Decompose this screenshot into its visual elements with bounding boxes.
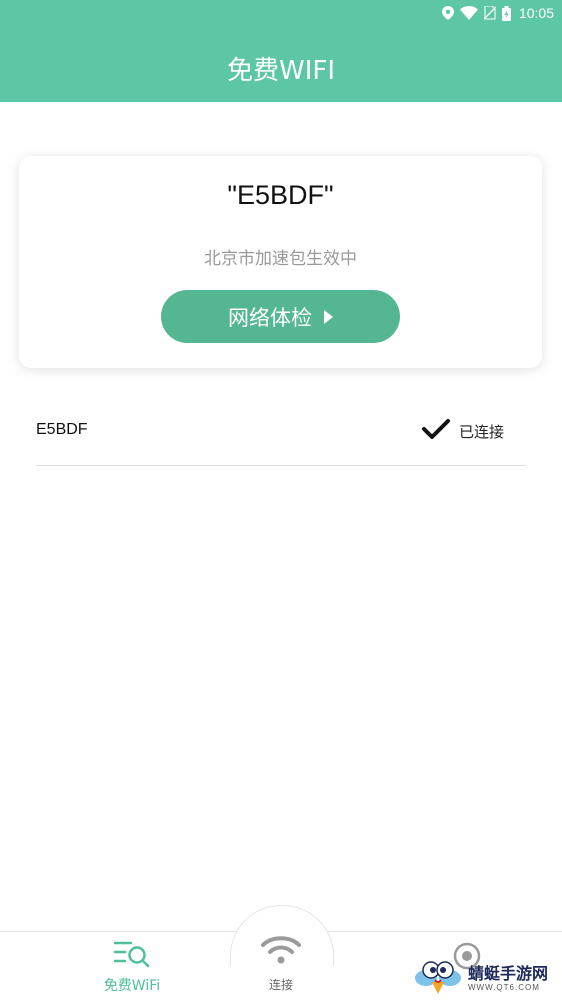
network-list-item[interactable]: E5BDF 已连接	[36, 405, 526, 466]
app-header: 10:05 免费WIFI	[0, 0, 562, 102]
checkmark-icon	[421, 417, 451, 445]
wifi-icon	[260, 932, 302, 972]
dragonfly-logo-icon	[414, 956, 462, 1000]
connected-ssid-title: "E5BDF"	[227, 180, 334, 210]
nav-tab-free-wifi[interactable]: 免费WiFi	[92, 939, 172, 995]
network-status-card: "E5BDF" 北京市加速包生效中 网络体检	[19, 156, 542, 368]
battery-icon	[501, 5, 511, 21]
connected-status: 已连接	[421, 417, 504, 445]
wifi-search-icon	[113, 939, 151, 973]
play-arrow-icon	[324, 309, 333, 324]
nav-tab-free-wifi-label: 免费WiFi	[103, 978, 161, 994]
network-name: E5BDF	[36, 421, 88, 438]
network-check-button-label: 网络体检	[228, 305, 312, 330]
page-title: 免费WIFI	[227, 56, 335, 86]
nav-tab-connect[interactable]: 连接	[240, 932, 322, 993]
connected-status-text: 已连接	[458, 422, 504, 441]
accelerate-status-text: 北京市加速包生效中	[204, 249, 357, 269]
nav-tab-connect-label: 连接	[268, 978, 293, 992]
watermark-brand: 蜻蜓手游网	[468, 963, 549, 983]
watermark-url: WWW.QT6.COM	[468, 982, 540, 992]
no-sim-icon	[483, 6, 496, 20]
network-check-button[interactable]: 网络体检	[161, 290, 400, 343]
status-bar: 10:05	[441, 0, 562, 26]
wifi-icon	[459, 6, 478, 20]
location-icon	[441, 6, 454, 20]
watermark: 蜻蜓手游网 WWW.QT6.COM	[414, 958, 560, 998]
status-time: 10:05	[518, 5, 554, 21]
